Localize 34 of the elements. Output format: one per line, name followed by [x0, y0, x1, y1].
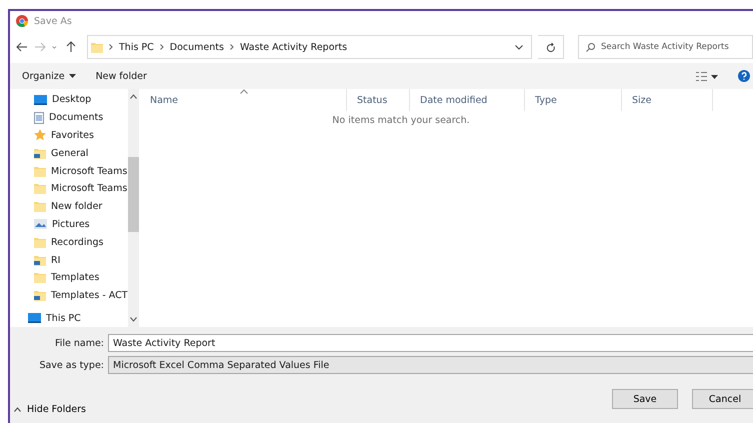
- window-title: Save As: [34, 16, 72, 26]
- breadcrumb[interactable]: Waste Activity Reports: [240, 42, 348, 52]
- sidebar-item[interactable]: RI: [10, 251, 128, 269]
- sidebar-item[interactable]: Templates: [10, 268, 128, 287]
- sidebar-item[interactable]: This PC: [10, 309, 128, 328]
- sidebar-item[interactable]: Pictures: [10, 216, 128, 234]
- column-header[interactable]: Name: [150, 94, 178, 106]
- address-bar[interactable]: This PC Documents Waste Activity Reports: [87, 35, 532, 59]
- sidebar-item[interactable]: Documents: [10, 108, 128, 127]
- breadcrumb[interactable]: Documents: [170, 42, 224, 52]
- column-header[interactable]: Date modified: [420, 94, 488, 106]
- file-type-dropdown[interactable]: Microsoft Excel Comma Separated Values File: [108, 356, 753, 374]
- column-header[interactable]: Size: [632, 94, 652, 106]
- sidebar-item[interactable]: Microsoft Teams: [10, 162, 128, 180]
- sidebar-item[interactable]: General: [10, 144, 128, 162]
- save-button[interactable]: Save: [612, 389, 678, 409]
- breadcrumb[interactable]: This PC: [119, 42, 154, 52]
- column-header[interactable]: Type: [535, 94, 557, 106]
- new-folder-button[interactable]: New folder: [96, 70, 147, 82]
- column-header[interactable]: Status: [357, 94, 388, 106]
- hide-folders-button[interactable]: Hide Folders: [10, 404, 86, 415]
- sidebar-item[interactable]: Desktop: [10, 91, 128, 109]
- sidebar-item[interactable]: New folder: [10, 198, 128, 216]
- file-name-field[interactable]: Waste Activity Report: [108, 334, 753, 352]
- sidebar-item[interactable]: Templates - ACT: [10, 286, 128, 305]
- cancel-button[interactable]: Cancel: [692, 389, 753, 409]
- sidebar-item[interactable]: Microsoft Teams: [10, 180, 128, 198]
- organize-menu[interactable]: Organize: [22, 70, 76, 82]
- file-type-label: Save as type:: [38, 360, 105, 370]
- sidebar-item[interactable]: Favorites: [10, 126, 128, 144]
- search-field[interactable]: Search Waste Activity Reports: [578, 35, 753, 59]
- sidebar-item[interactable]: Recordings: [10, 233, 128, 252]
- empty-message: No items match your search.: [332, 115, 470, 126]
- file-name-label: File name:: [54, 338, 105, 348]
